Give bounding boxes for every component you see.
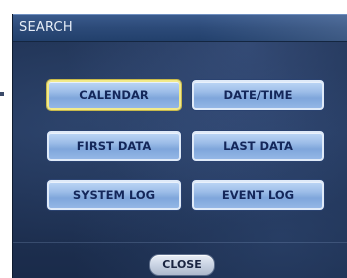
- date-time-button[interactable]: DATE/TIME: [192, 80, 324, 110]
- last-data-button[interactable]: LAST DATA: [192, 131, 324, 161]
- search-dialog: SEARCH CALENDAR DATE/TIME FIRST DATA LAS…: [12, 14, 347, 278]
- divider: [13, 242, 347, 243]
- dialog-titlebar: SEARCH: [13, 14, 347, 42]
- titlebar-shine: [198, 15, 347, 41]
- edge-marker: [0, 92, 4, 96]
- event-log-button[interactable]: EVENT LOG: [192, 180, 324, 210]
- first-data-button[interactable]: FIRST DATA: [47, 131, 181, 161]
- system-log-button[interactable]: SYSTEM LOG: [47, 180, 181, 210]
- close-button[interactable]: CLOSE: [149, 254, 215, 276]
- calendar-button[interactable]: CALENDAR: [47, 80, 181, 110]
- dialog-title: SEARCH: [19, 20, 73, 35]
